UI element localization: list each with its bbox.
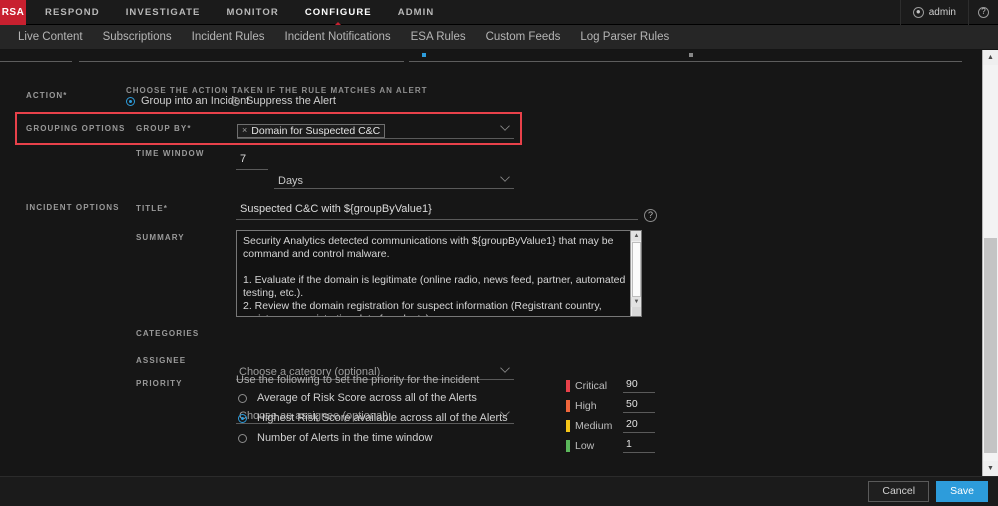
time-window-unit-select[interactable]: Days bbox=[274, 171, 514, 189]
user-name-label: admin bbox=[928, 6, 956, 18]
subnav-item-live-content[interactable]: Live Content bbox=[8, 25, 93, 50]
time-window-value-input[interactable] bbox=[236, 152, 268, 170]
subnav-item-incident-notifications[interactable]: Incident Notifications bbox=[275, 25, 401, 50]
nav-item-respond[interactable]: RESPOND bbox=[32, 0, 113, 25]
priority-option-alert-count[interactable]: Number of Alerts in the time window bbox=[238, 432, 432, 444]
radio-group-into-incident[interactable] bbox=[126, 96, 135, 106]
clipped-marker-blue bbox=[422, 53, 426, 57]
help-circle-icon: ? bbox=[644, 208, 657, 222]
sub-navigation-bar: Live Content Subscriptions Incident Rule… bbox=[0, 25, 998, 50]
high-color-swatch bbox=[566, 399, 570, 412]
chip-remove-icon[interactable]: × bbox=[242, 126, 247, 135]
subnav-item-custom-feeds[interactable]: Custom Feeds bbox=[476, 25, 571, 50]
critical-label: Critical bbox=[575, 379, 608, 392]
radio-suppress-alert[interactable] bbox=[231, 96, 240, 106]
radio-priority-alert-count[interactable] bbox=[238, 433, 247, 443]
medium-color-swatch bbox=[566, 419, 570, 432]
priority-option-highest-label[interactable]: Highest Risk Score available across all … bbox=[257, 412, 508, 424]
summary-resize-handle[interactable] bbox=[632, 307, 641, 316]
chevron-down-icon bbox=[500, 121, 510, 131]
clipped-underline-3 bbox=[409, 61, 962, 62]
incident-options-section-label: INCIDENT OPTIONS bbox=[26, 203, 120, 212]
incident-title-input[interactable] bbox=[236, 202, 638, 220]
nav-item-investigate[interactable]: INVESTIGATE bbox=[113, 0, 214, 25]
radio-priority-average[interactable] bbox=[238, 393, 247, 403]
group-by-select[interactable]: × Domain for Suspected C&C bbox=[237, 120, 514, 139]
rsa-logo[interactable]: RSA bbox=[0, 0, 26, 25]
nav-item-monitor[interactable]: MONITOR bbox=[213, 0, 291, 25]
top-nav-items: RESPOND INVESTIGATE MONITOR CONFIGURE AD… bbox=[32, 0, 448, 26]
page-scrollbar[interactable]: ▲ ▼ bbox=[982, 50, 998, 476]
summary-scroll-down-icon[interactable]: ▼ bbox=[631, 297, 641, 307]
title-help-button[interactable]: ? bbox=[644, 205, 657, 223]
grouping-options-section-label: GROUPING OPTIONS bbox=[26, 124, 126, 133]
action-option-suppress-alert[interactable]: Suppress the Alert bbox=[231, 95, 336, 107]
chevron-down-icon bbox=[500, 172, 510, 182]
low-color-swatch bbox=[566, 439, 570, 452]
user-menu[interactable]: ● admin bbox=[899, 0, 968, 25]
global-help-button[interactable]: ? bbox=[968, 0, 998, 25]
priority-option-average-label[interactable]: Average of Risk Score across all of the … bbox=[257, 392, 477, 404]
incident-rule-form: ACTION* CHOOSE THE ACTION TAKEN IF THE R… bbox=[0, 50, 998, 476]
clipped-marker-gray bbox=[689, 53, 693, 57]
subnav-item-log-parser-rules[interactable]: Log Parser Rules bbox=[570, 25, 679, 50]
summary-scrollbar[interactable]: ▲ ▼ bbox=[630, 231, 641, 316]
clipped-underline-1 bbox=[0, 61, 72, 62]
summary-field-label: SUMMARY bbox=[136, 233, 185, 242]
top-navigation-bar: RSA RESPOND INVESTIGATE MONITOR CONFIGUR… bbox=[0, 0, 998, 26]
priority-level-high: High bbox=[566, 398, 655, 413]
user-circle-icon: ● bbox=[912, 6, 924, 18]
clipped-row-above bbox=[0, 50, 962, 66]
cancel-button[interactable]: Cancel bbox=[868, 481, 930, 502]
priority-option-alert-count-label[interactable]: Number of Alerts in the time window bbox=[257, 432, 432, 444]
nav-item-admin[interactable]: ADMIN bbox=[385, 0, 448, 25]
time-window-field-label: TIME WINDOW bbox=[136, 149, 205, 158]
group-by-chip-label: Domain for Suspected C&C bbox=[251, 124, 381, 137]
action-hint-text: CHOOSE THE ACTION TAKEN IF THE RULE MATC… bbox=[126, 86, 428, 95]
medium-label: Medium bbox=[575, 419, 613, 432]
priority-option-highest[interactable]: Highest Risk Score available across all … bbox=[238, 412, 508, 424]
incident-summary-text[interactable]: Security Analytics detected communicatio… bbox=[243, 235, 627, 316]
priority-level-low: Low bbox=[566, 438, 655, 453]
time-window-unit-label: Days bbox=[278, 175, 304, 187]
critical-color-swatch bbox=[566, 379, 570, 392]
critical-value-input[interactable] bbox=[623, 378, 655, 393]
page-scroll-up-icon[interactable]: ▲ bbox=[983, 50, 998, 65]
group-by-chip[interactable]: × Domain for Suspected C&C bbox=[237, 124, 386, 138]
summary-scroll-thumb[interactable] bbox=[632, 242, 641, 297]
incident-summary-textarea[interactable]: Security Analytics detected communicatio… bbox=[236, 230, 642, 317]
radio-priority-highest[interactable] bbox=[238, 413, 247, 423]
save-button[interactable]: Save bbox=[936, 481, 988, 502]
priority-field-label: PRIORITY bbox=[136, 379, 183, 388]
summary-scroll-up-icon[interactable]: ▲ bbox=[631, 231, 641, 241]
priority-option-average[interactable]: Average of Risk Score across all of the … bbox=[238, 392, 477, 404]
assignee-field-label: ASSIGNEE bbox=[136, 356, 187, 365]
subnav-item-esa-rules[interactable]: ESA Rules bbox=[401, 25, 476, 50]
page-scroll-down-icon[interactable]: ▼ bbox=[983, 461, 998, 476]
form-footer: Cancel Save bbox=[0, 476, 998, 506]
subnav-item-subscriptions[interactable]: Subscriptions bbox=[93, 25, 182, 50]
priority-level-medium: Medium bbox=[566, 418, 655, 433]
high-label: High bbox=[575, 399, 597, 412]
chevron-down-icon bbox=[500, 363, 510, 373]
action-option-suppress-label[interactable]: Suppress the Alert bbox=[246, 95, 336, 107]
low-value-input[interactable] bbox=[623, 438, 655, 453]
clipped-underline-2 bbox=[79, 61, 404, 62]
top-nav-right: ● admin ? bbox=[899, 0, 998, 25]
medium-value-input[interactable] bbox=[623, 418, 655, 433]
low-label: Low bbox=[575, 439, 595, 452]
categories-field-label: CATEGORIES bbox=[136, 329, 200, 338]
title-field-label: TITLE* bbox=[136, 204, 168, 213]
priority-hint-text: Use the following to set the priority fo… bbox=[236, 374, 480, 386]
application-window: RSA RESPOND INVESTIGATE MONITOR CONFIGUR… bbox=[0, 0, 998, 506]
priority-level-critical: Critical bbox=[566, 378, 655, 393]
subnav-item-incident-rules[interactable]: Incident Rules bbox=[182, 25, 275, 50]
group-by-field-label: GROUP BY* bbox=[136, 124, 192, 133]
action-section-label: ACTION* bbox=[26, 91, 68, 100]
page-scroll-thumb[interactable] bbox=[984, 238, 997, 453]
help-circle-icon: ? bbox=[978, 6, 989, 18]
nav-item-configure[interactable]: CONFIGURE bbox=[292, 0, 385, 26]
high-value-input[interactable] bbox=[623, 398, 655, 413]
